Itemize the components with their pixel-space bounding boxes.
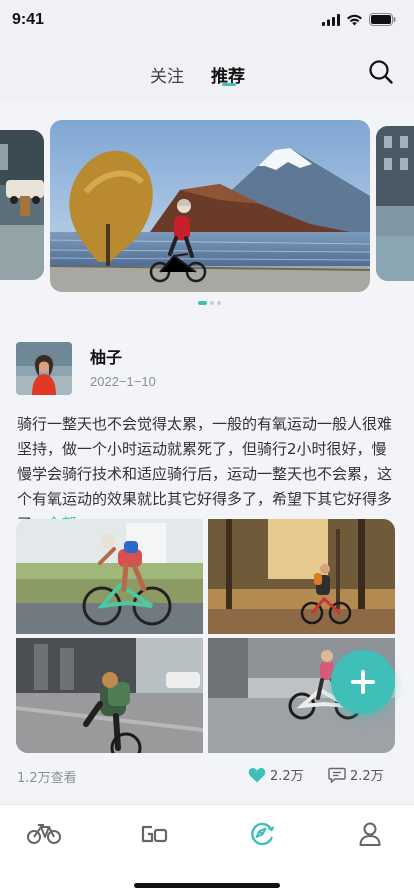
carousel-dot: [217, 301, 221, 305]
post-date: 2022−1−10: [90, 374, 156, 389]
tab-go[interactable]: [136, 819, 172, 849]
carousel-dots: [198, 301, 221, 305]
comment-count: 2.2万: [350, 769, 384, 784]
like-button[interactable]: 2.2万: [248, 765, 304, 784]
go-icon: [141, 825, 168, 843]
carousel-dot-active: [198, 301, 207, 305]
tab-discover[interactable]: [244, 819, 280, 849]
like-count: 2.2万: [270, 769, 304, 784]
banner-slide-city-street[interactable]: [0, 130, 44, 280]
post-photo-cyclist-racing[interactable]: [16, 519, 203, 634]
tab-ride[interactable]: [26, 819, 62, 849]
bottom-tab-bar: [0, 804, 414, 896]
bicycle-icon: [27, 824, 61, 844]
comment-icon: [328, 767, 346, 783]
signal-icon: [322, 13, 340, 26]
battery-icon: [369, 13, 396, 26]
top-nav: 关注 推荐: [0, 44, 414, 102]
banner-slide-city-building[interactable]: [376, 126, 414, 281]
active-tab-indicator: [222, 83, 236, 86]
author-avatar[interactable]: [16, 342, 72, 395]
person-icon: [359, 822, 381, 846]
status-bar: 9:41: [0, 0, 414, 44]
post-photo-forest-ride[interactable]: [208, 519, 395, 634]
post-card[interactable]: 柚子 2022−1−10 骑行一整天也不会觉得太累，一般的有氧运动一般人很难坚持…: [0, 324, 414, 804]
wifi-icon: [347, 14, 362, 25]
heart-icon: [248, 767, 266, 782]
tab-profile[interactable]: [352, 819, 388, 849]
post-photo-city-cyclist[interactable]: [16, 638, 203, 753]
status-icons: [322, 13, 396, 26]
carousel-dot: [210, 301, 214, 305]
create-post-button[interactable]: [331, 650, 395, 714]
home-indicator: [134, 883, 280, 888]
banner-slide-mount-fuji[interactable]: [50, 120, 370, 292]
discover-icon: [251, 822, 274, 846]
banner-carousel[interactable]: [0, 102, 414, 324]
comment-button[interactable]: 2.2万: [328, 765, 384, 784]
status-time: 9:41: [12, 11, 45, 28]
view-count: 1.2万查看: [17, 771, 77, 786]
search-icon[interactable]: [368, 59, 394, 85]
author-name[interactable]: 柚子: [90, 344, 122, 368]
tab-follow[interactable]: 关注: [150, 62, 184, 87]
